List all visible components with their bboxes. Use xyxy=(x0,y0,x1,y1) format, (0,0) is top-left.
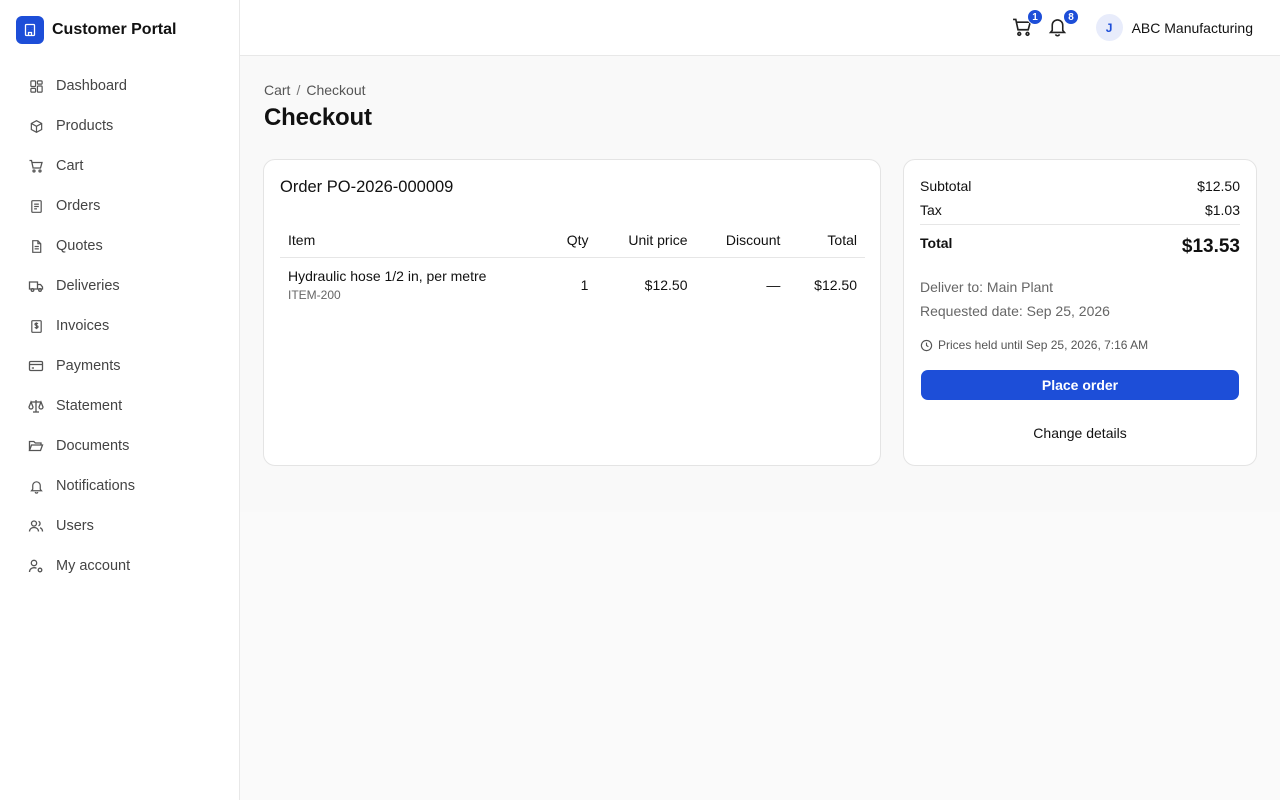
bell-icon xyxy=(1047,19,1068,41)
sidebar-item-label: Statement xyxy=(56,398,123,414)
sidebar-item-dashboard[interactable]: Dashboard xyxy=(16,66,224,106)
brand[interactable]: Customer Portal xyxy=(16,16,176,44)
top-header: 1 8 J ABC Manufacturing xyxy=(240,0,1280,56)
building-icon xyxy=(16,16,44,44)
sidebar-item-products[interactable]: Products xyxy=(16,106,224,146)
item-cell: Hydraulic hose 1/2 in, per metre ITEM-20… xyxy=(280,257,556,309)
bell-icon xyxy=(28,478,44,494)
sidebar-item-users[interactable]: Users xyxy=(16,506,224,546)
sidebar-item-label: Dashboard xyxy=(56,78,127,94)
sidebar-item-label: Cart xyxy=(56,158,84,174)
invoice-icon xyxy=(28,318,44,334)
sidebar-item-label: Notifications xyxy=(56,478,135,494)
scale-icon xyxy=(28,398,44,414)
sidebar-nav: Dashboard Products Cart Orders Quotes De… xyxy=(16,66,224,586)
place-order-button[interactable]: Place order xyxy=(921,370,1239,400)
sidebar: Customer Portal Dashboard Products Cart … xyxy=(0,0,240,800)
sidebar-item-my-account[interactable]: My account xyxy=(16,546,224,586)
tax-label: Tax xyxy=(920,202,942,218)
folder-icon xyxy=(28,438,44,454)
box-icon xyxy=(28,118,44,134)
tax-row: Tax $1.03 xyxy=(920,202,1240,218)
change-details-button[interactable]: Change details xyxy=(921,418,1239,448)
prices-held-notice: Prices held until Sep 25, 2026, 7:16 AM xyxy=(920,338,1148,352)
sidebar-item-invoices[interactable]: Invoices xyxy=(16,306,224,346)
sidebar-item-label: Documents xyxy=(56,438,130,454)
breadcrumb: Cart / Checkout xyxy=(264,82,366,98)
notifications-button[interactable]: 8 xyxy=(1047,9,1079,41)
requested-date: Requested date: Sep 25, 2026 xyxy=(920,303,1110,319)
breadcrumb-current: Checkout xyxy=(306,82,366,98)
sidebar-item-label: Users xyxy=(56,518,94,534)
sidebar-item-quotes[interactable]: Quotes xyxy=(16,226,224,266)
cart-button[interactable]: 1 xyxy=(1011,9,1043,42)
users-icon xyxy=(28,518,44,534)
brand-name: Customer Portal xyxy=(52,21,177,38)
sidebar-item-documents[interactable]: Documents xyxy=(16,426,224,466)
column-header-qty: Qty xyxy=(555,224,597,258)
sidebar-item-notifications[interactable]: Notifications xyxy=(16,466,224,506)
dashboard-icon xyxy=(28,78,44,94)
page-title: Checkout xyxy=(264,104,372,131)
quote-icon xyxy=(28,238,44,254)
cart-icon xyxy=(28,158,44,174)
total-label: Total xyxy=(920,235,953,251)
sidebar-item-statement[interactable]: Statement xyxy=(16,386,224,426)
subtotal-row: Subtotal $12.50 xyxy=(920,178,1240,194)
total-row: Total $13.53 xyxy=(920,234,1240,258)
sidebar-item-label: Orders xyxy=(56,198,101,214)
sidebar-item-deliveries[interactable]: Deliveries xyxy=(16,266,224,306)
sidebar-item-payments[interactable]: Payments xyxy=(16,346,224,386)
order-card: Order PO-2026-000009 Item Qty Unit price… xyxy=(263,159,881,466)
total-value: $13.53 xyxy=(1181,236,1240,257)
order-summary-card: Subtotal $12.50 Tax $1.03 Total $13.53 D… xyxy=(903,159,1257,466)
sidebar-item-label: Invoices xyxy=(56,318,110,334)
summary-divider xyxy=(920,224,1240,225)
item-qty: 1 xyxy=(580,276,589,293)
table-header-row: Item Qty Unit price Discount Total xyxy=(280,224,865,258)
notification-count-badge: 8 xyxy=(1063,9,1079,25)
avatar: J xyxy=(1095,14,1123,41)
tax-value: $1.03 xyxy=(1204,202,1240,218)
sidebar-item-label: Products xyxy=(56,118,114,134)
sidebar-item-orders[interactable]: Orders xyxy=(16,186,224,226)
item-discount: — xyxy=(766,276,781,293)
sidebar-item-label: My account xyxy=(56,558,131,574)
column-header-discount: Discount xyxy=(695,224,789,258)
clock-icon xyxy=(920,339,933,352)
cart-count-badge: 1 xyxy=(1027,9,1043,25)
truck-icon xyxy=(28,278,44,294)
cart-icon xyxy=(1011,18,1033,42)
order-title: Order PO-2026-000009 xyxy=(280,178,454,196)
subtotal-label: Subtotal xyxy=(920,178,972,194)
order-items-table: Item Qty Unit price Discount Total Hydra… xyxy=(280,224,865,309)
sidebar-item-label: Payments xyxy=(56,358,121,374)
sidebar-item-label: Quotes xyxy=(56,238,103,254)
subtotal-value: $12.50 xyxy=(1197,178,1240,194)
user-cog-icon xyxy=(28,558,44,574)
deliver-to: Deliver to: Main Plant xyxy=(920,279,1054,295)
orders-icon xyxy=(28,198,44,214)
column-header-unit-price: Unit price xyxy=(596,224,696,258)
sidebar-item-label: Deliveries xyxy=(56,278,120,294)
user-menu[interactable]: J ABC Manufacturing xyxy=(1095,14,1253,41)
item-unit-price: $12.50 xyxy=(644,276,688,293)
breadcrumb-cart-link[interactable]: Cart xyxy=(264,82,290,98)
column-header-item: Item xyxy=(280,224,556,258)
item-total: $12.50 xyxy=(814,276,857,293)
breadcrumb-separator: / xyxy=(296,82,301,98)
prices-held-text: Prices held until Sep 25, 2026, 7:16 AM xyxy=(938,338,1149,352)
table-row: Hydraulic hose 1/2 in, per metre ITEM-20… xyxy=(280,257,865,309)
item-name: Hydraulic hose 1/2 in, per metre xyxy=(288,267,487,284)
column-header-total: Total xyxy=(788,224,865,258)
user-name: ABC Manufacturing xyxy=(1131,19,1253,36)
sidebar-item-cart[interactable]: Cart xyxy=(16,146,224,186)
credit-card-icon xyxy=(28,358,44,374)
item-sku: ITEM-200 xyxy=(288,287,341,302)
